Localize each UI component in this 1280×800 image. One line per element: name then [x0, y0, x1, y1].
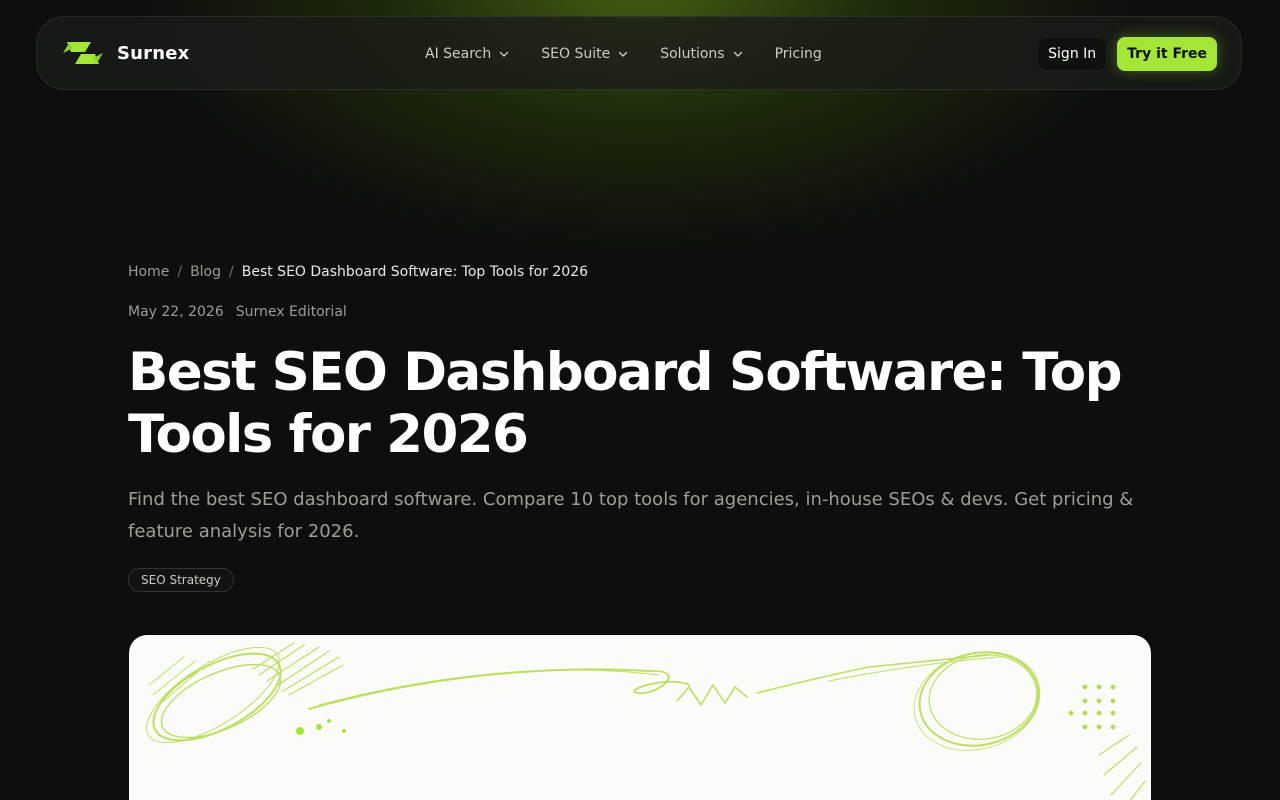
breadcrumb-separator: / — [229, 264, 234, 280]
breadcrumb-separator: / — [177, 264, 183, 280]
surnex-logo-icon — [63, 42, 103, 64]
breadcrumb: Home / Blog / Best SEO Dashboard Softwar… — [128, 264, 588, 280]
nav-item-label: AI Search — [425, 46, 492, 62]
nav-item-ai-search[interactable]: AI Search — [425, 46, 509, 62]
hero-illustration — [146, 642, 1146, 800]
nav-actions: Sign In Try it Free — [1037, 17, 1217, 91]
sign-in-button[interactable]: Sign In — [1037, 37, 1108, 71]
nav-item-pricing[interactable]: Pricing — [775, 46, 822, 62]
brand-link[interactable]: Surnex — [61, 39, 190, 67]
article-meta: May 22, 2026 Surnex Editorial — [128, 304, 347, 320]
chevron-down-icon — [733, 51, 742, 57]
breadcrumb-home-link[interactable]: Home — [128, 264, 169, 280]
page-title: Best SEO Dashboard Software: Top Tools f… — [128, 342, 1123, 465]
nav-item-label: SEO Suite — [541, 46, 611, 62]
try-free-button[interactable]: Try it Free — [1117, 37, 1217, 71]
top-navbar: Surnex AI Search SEO Suite Solutions Pri… — [36, 16, 1242, 90]
article-hero-image — [129, 635, 1151, 800]
primary-nav: AI Search SEO Suite Solutions Pricing — [425, 17, 822, 91]
chevron-down-icon — [500, 51, 509, 57]
nav-item-label: Solutions — [660, 46, 725, 62]
article-date: May 22, 2026 — [128, 304, 224, 320]
nav-item-seo-suite[interactable]: SEO Suite — [541, 46, 628, 62]
nav-item-label: Pricing — [774, 46, 822, 62]
breadcrumb-blog-link[interactable]: Blog — [190, 264, 221, 280]
article-author: Surnex Editorial — [235, 304, 347, 320]
article-description: Find the best SEO dashboard software. Co… — [128, 489, 1134, 542]
breadcrumb-current: Best SEO Dashboard Software: Top Tools f… — [241, 264, 589, 280]
brand-name: Surnex — [117, 42, 190, 64]
nav-item-solutions[interactable]: Solutions — [660, 46, 742, 62]
chevron-down-icon — [619, 51, 628, 57]
category-tag[interactable]: SEO Strategy — [128, 568, 234, 592]
